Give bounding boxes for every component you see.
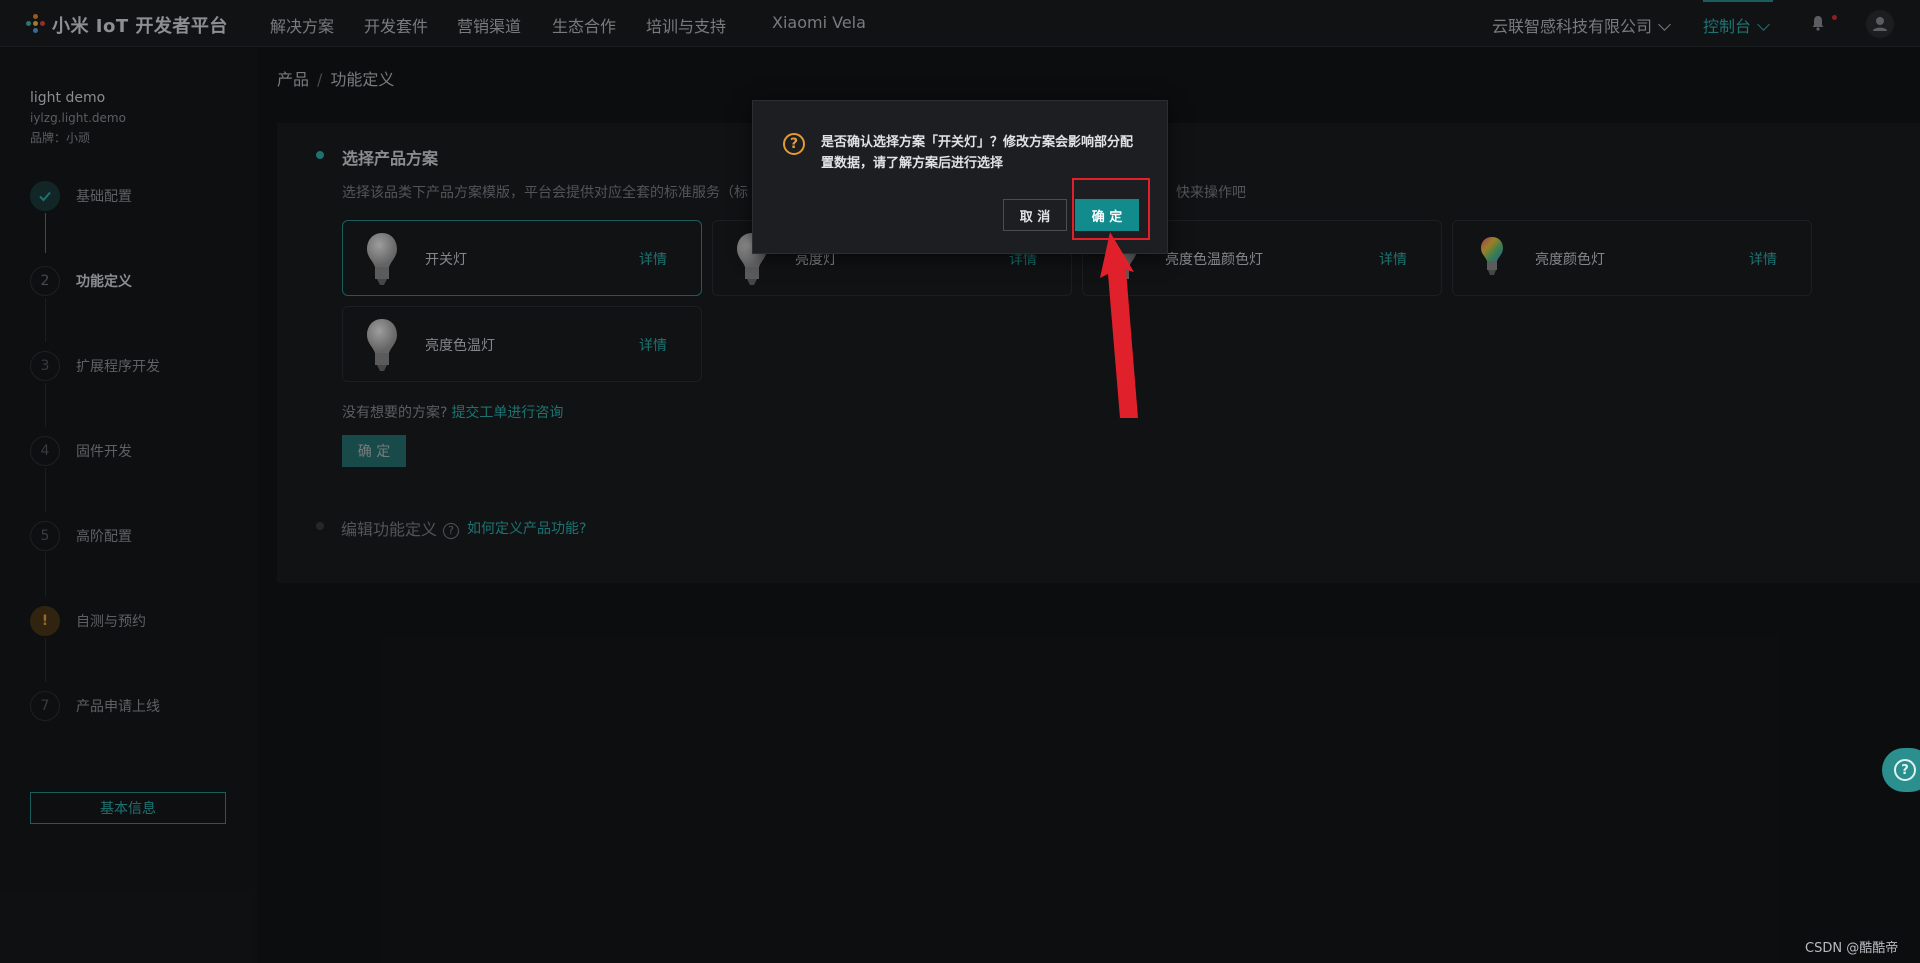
annotation-arrow [1100, 232, 1138, 418]
cancel-button[interactable]: 取 消 [1003, 199, 1067, 231]
page: 小米 IoT 开发者平台 解决方案 开发套件 营销渠道 生态合作 培训与支持 X… [0, 0, 1920, 963]
floating-help-button[interactable]: ? [1882, 748, 1920, 792]
help-icon: ? [1894, 759, 1916, 781]
dialog-message: 是否确认选择方案「开关灯」？修改方案会影响部分配置数据，请了解方案后进行选择 [821, 135, 1134, 171]
watermark: CSDN @酷酷帝 [1805, 941, 1899, 956]
question-icon: ? [783, 133, 805, 155]
